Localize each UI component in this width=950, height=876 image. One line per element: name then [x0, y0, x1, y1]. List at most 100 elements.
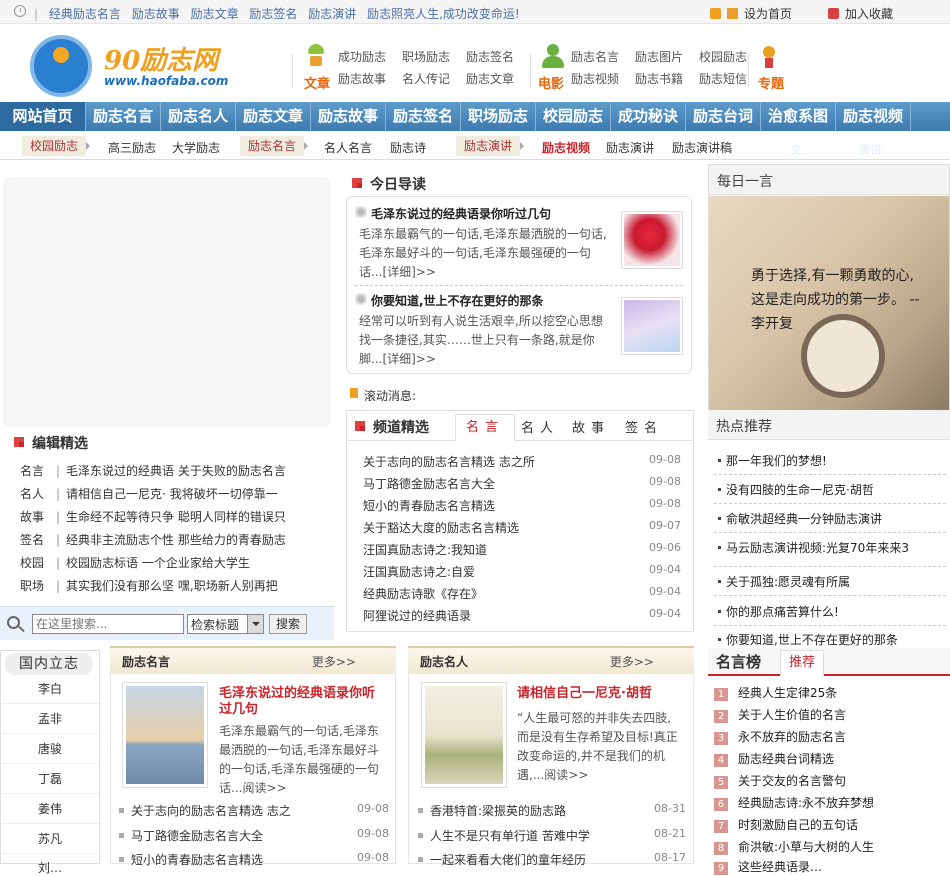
- person-link[interactable]: 苏凡: [1, 830, 99, 847]
- list-item[interactable]: 人生不是只有单行道 苦难中学 08-21: [418, 827, 686, 844]
- list-item[interactable]: 马丁路德金励志名言大全 09-08: [119, 827, 389, 844]
- list-item[interactable]: 关于豁达大度的励志名言精选 09-07: [363, 519, 681, 536]
- subnav-link[interactable]: 高三励志: [108, 139, 156, 156]
- rank-item[interactable]: 3 永不放弃的励志名言: [714, 728, 846, 745]
- person-link[interactable]: 刘…: [1, 859, 99, 876]
- top-link[interactable]: 经典励志名言: [49, 7, 121, 21]
- header-nav-link[interactable]: 励志图片: [635, 46, 683, 68]
- logo-icon[interactable]: [30, 35, 92, 97]
- nav-item[interactable]: 励志名言: [86, 102, 161, 131]
- articles-label[interactable]: 文章: [304, 73, 330, 92]
- feature-title[interactable]: 请相信自己一尼克·胡哲: [517, 686, 683, 702]
- subnav-tag[interactable]: 励志演讲: [456, 136, 525, 156]
- feature-image[interactable]: [122, 682, 208, 788]
- topics-label[interactable]: 专题: [758, 73, 784, 92]
- nav-item[interactable]: 成功秘诀: [611, 102, 686, 131]
- header-nav-link[interactable]: 名人传记: [402, 68, 450, 90]
- subnav-link[interactable]: 励志诗: [390, 139, 426, 156]
- rank-item[interactable]: 1 经典人生定律25条: [714, 684, 837, 701]
- subnav-link[interactable]: 励志演讲: [606, 139, 654, 156]
- subnav-link[interactable]: 名人名言: [324, 139, 372, 156]
- nav-item[interactable]: 励志视频: [836, 102, 911, 131]
- person-link[interactable]: 唐骏: [1, 740, 99, 757]
- article-title[interactable]: 你要知道,世上不存在更好的那条: [355, 292, 544, 309]
- list-item[interactable]: 马云励志演讲视频:光复70年来来3: [718, 539, 909, 556]
- person-link[interactable]: 丁磊: [1, 770, 99, 787]
- top-link[interactable]: 励志演讲: [308, 7, 356, 21]
- header-nav-link[interactable]: 校园励志: [699, 46, 747, 68]
- header-nav-link[interactable]: 励志签名: [466, 46, 514, 68]
- rank-item[interactable]: 8 俞洪敏:小草与大树的人生: [714, 838, 874, 855]
- list-item[interactable]: 关于志向的励志名言精选 志之所 09-08: [363, 453, 681, 470]
- search-button[interactable]: 搜索: [269, 614, 307, 634]
- list-item[interactable]: 俞敏洪超经典一分钟励志演讲: [718, 510, 882, 527]
- header-nav-link[interactable]: 励志书籍: [635, 68, 683, 90]
- nav-item[interactable]: 励志文章: [236, 102, 311, 131]
- rank-item[interactable]: 5 关于交友的名言警句: [714, 772, 846, 789]
- add-favorite-link[interactable]: 加入收藏: [828, 5, 893, 22]
- movie-label[interactable]: 电影: [538, 73, 564, 92]
- tab-stories[interactable]: 故事: [572, 417, 610, 436]
- logo-text[interactable]: 90励志网: [104, 40, 218, 77]
- rank-item[interactable]: 7 时刻激励自己的五句话: [714, 816, 858, 833]
- list-item[interactable]: 汪国真励志诗之:自爱 09-04: [363, 563, 681, 580]
- nav-item[interactable]: 励志签名: [386, 102, 461, 131]
- list-item[interactable]: 短小的青春励志名言精选 09-08: [119, 851, 389, 868]
- person-link[interactable]: 姜伟: [1, 800, 99, 817]
- top-link[interactable]: 励志签名: [249, 7, 297, 21]
- subnav-tag[interactable]: 校园励志: [22, 136, 91, 156]
- header-nav-link[interactable]: 励志视频: [571, 68, 619, 90]
- tab-signatures[interactable]: 签名: [625, 417, 663, 436]
- nav-item[interactable]: 校园励志: [536, 102, 611, 131]
- header-nav-link[interactable]: 成功励志: [338, 46, 386, 68]
- list-item[interactable]: 马丁路德金励志名言大全 09-08: [363, 475, 681, 492]
- feature-image[interactable]: [421, 682, 507, 788]
- list-item[interactable]: 汪国真励志诗之:我知道 09-06: [363, 541, 681, 558]
- rank-item[interactable]: 9 这些经典语录…: [714, 858, 822, 875]
- nav-item[interactable]: 励志名人: [161, 102, 236, 131]
- search-input[interactable]: [32, 614, 184, 634]
- subnav-link[interactable]: 励志视频: [542, 139, 590, 156]
- set-homepage-link[interactable]: 设为首页: [710, 5, 792, 22]
- person-link[interactable]: 李白: [1, 680, 99, 697]
- list-item[interactable]: 那一年我们的梦想!: [718, 452, 827, 469]
- list-item[interactable]: 关于志向的励志名言精选 志之 09-08: [119, 802, 389, 819]
- list-item[interactable]: 没有四肢的生命一尼克·胡哲: [718, 481, 874, 498]
- top-link[interactable]: 励志文章: [191, 7, 239, 21]
- feature-title[interactable]: 毛泽东说过的经典语录你听过几句: [219, 686, 383, 718]
- rank-item[interactable]: 6 经典励志诗:永不放弃梦想: [714, 794, 874, 811]
- article-thumbnail[interactable]: [621, 211, 683, 269]
- subnav-link[interactable]: 大学励志: [172, 139, 220, 156]
- header-nav-link[interactable]: 励志故事: [338, 68, 386, 90]
- nav-item[interactable]: 治愈系图: [761, 102, 836, 131]
- list-item[interactable]: 经典励志诗歌《存在》 09-04: [363, 585, 681, 602]
- header-nav-link[interactable]: 励志名言: [571, 46, 619, 68]
- more-link[interactable]: 更多>>: [610, 653, 654, 670]
- list-item[interactable]: 关于孤独:愿灵魂有所属: [718, 573, 850, 590]
- article-title[interactable]: 毛泽东说过的经典语录你听过几句: [355, 205, 551, 222]
- top-link[interactable]: 励志故事: [132, 7, 180, 21]
- nav-home[interactable]: 网站首页: [0, 102, 86, 131]
- tab-people[interactable]: 名人: [521, 417, 559, 436]
- list-item[interactable]: 香港特首:梁振英的励志路 08-31: [418, 802, 686, 819]
- nav-item[interactable]: 职场励志: [461, 102, 536, 131]
- search-type-select[interactable]: 检索标题: [187, 614, 264, 634]
- nav-item[interactable]: 励志故事: [311, 102, 386, 131]
- tab-quotes[interactable]: 名言: [455, 414, 516, 442]
- header-nav-link[interactable]: 励志文章: [466, 68, 514, 90]
- rank-item[interactable]: 4 励志经典台词精选: [714, 750, 834, 767]
- header-nav-link[interactable]: 职场励志: [402, 46, 450, 68]
- list-item[interactable]: 一起来看看大佬们的童年经历 08-17: [418, 851, 686, 868]
- subnav-tag[interactable]: 励志名言: [240, 136, 309, 156]
- list-item[interactable]: 短小的青春励志名言精选 09-08: [363, 497, 681, 514]
- header-nav-link[interactable]: 励志短信: [699, 68, 747, 90]
- more-link[interactable]: 更多>>: [312, 653, 356, 670]
- rank-item[interactable]: 2 关于人生价值的名言: [714, 706, 846, 723]
- nav-item[interactable]: 励志台词: [686, 102, 761, 131]
- top-link[interactable]: 励志照亮人生,成功改变命运!: [367, 7, 520, 21]
- person-link[interactable]: 孟非: [1, 710, 99, 727]
- subnav-link[interactable]: 励志演讲稿: [672, 139, 732, 156]
- list-item[interactable]: 阿狸说过的经典语录 09-04: [363, 607, 681, 624]
- list-item[interactable]: 你要知道,世上不存在更好的那条: [718, 631, 898, 648]
- list-item[interactable]: 你的那点痛苦算什么!: [718, 603, 839, 620]
